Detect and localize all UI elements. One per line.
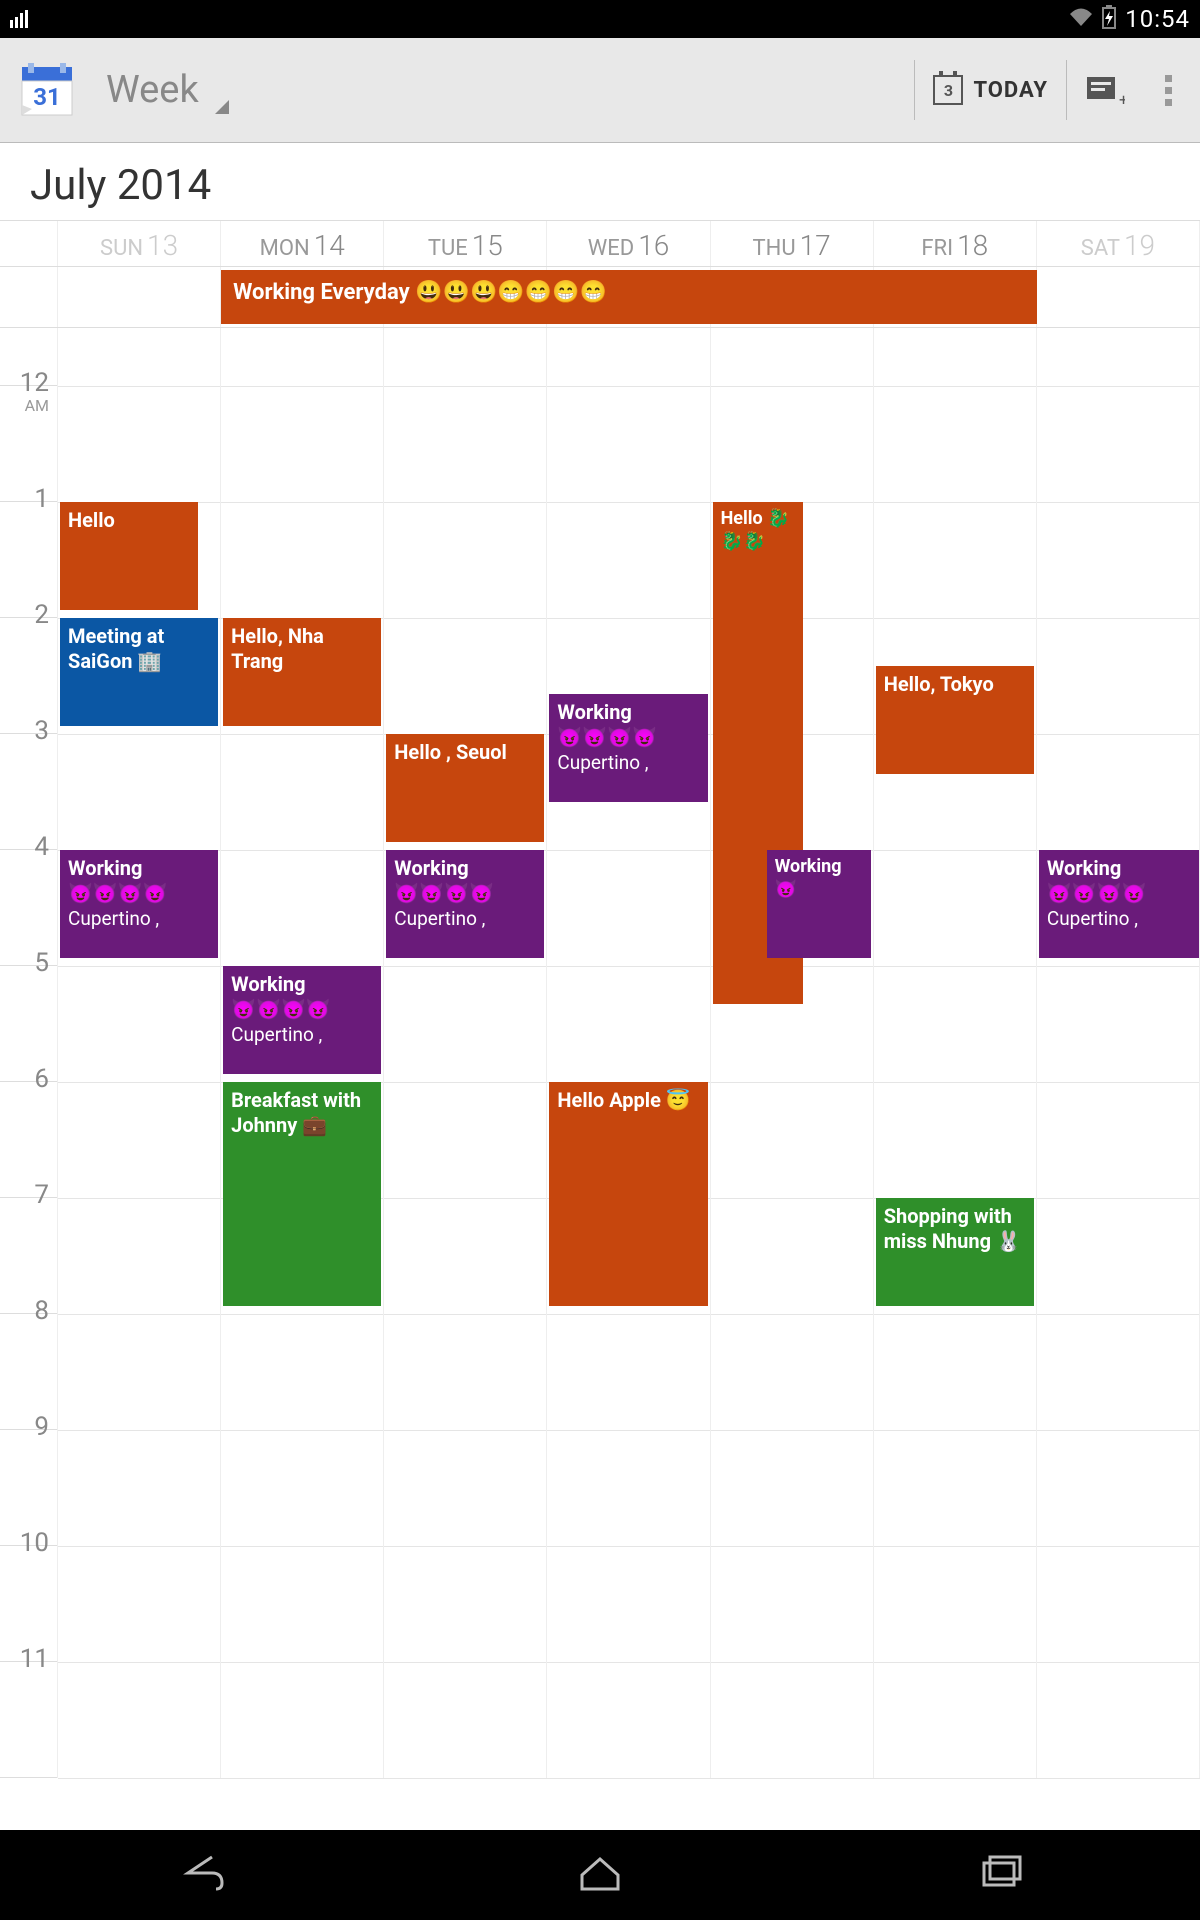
signal-icon <box>10 10 28 28</box>
day-col-fri[interactable]: Hello, Tokyo Shopping with miss Nhung 🐰 <box>874 328 1037 1778</box>
event-shopping[interactable]: Shopping with miss Nhung 🐰 <box>876 1198 1034 1306</box>
month-title: July 2014 <box>0 143 1200 220</box>
day-header-fri[interactable]: FRI18 <box>874 221 1037 266</box>
day-header-sun[interactable]: SUN13 <box>58 221 221 266</box>
event-seuol[interactable]: Hello , Seuol <box>386 734 544 842</box>
calendar-app-icon[interactable]: 31 <box>18 61 76 119</box>
day-col-thu[interactable]: Hello 🐉🐉🐉 Working😈 <box>711 328 874 1778</box>
today-button[interactable]: 3 TODAY <box>914 60 1067 120</box>
recents-button[interactable] <box>972 1845 1028 1905</box>
day-header-mon[interactable]: MON14 <box>221 221 384 266</box>
time-gutter: 12AM 1 2 3 4 5 6 7 8 9 10 11 <box>0 328 58 1778</box>
home-button[interactable] <box>572 1845 628 1905</box>
day-header-thu[interactable]: THU17 <box>711 221 874 266</box>
event-nhatrang[interactable]: Hello, Nha Trang <box>223 618 381 726</box>
overflow-menu[interactable] <box>1155 65 1182 116</box>
wifi-icon <box>1069 7 1093 32</box>
day-header-sat[interactable]: SAT19 <box>1037 221 1200 266</box>
event-working-sat[interactable]: Working😈😈😈😈Cupertino , <box>1039 850 1199 958</box>
svg-text:+: + <box>1119 90 1125 107</box>
svg-text:31: 31 <box>33 83 61 111</box>
day-col-sun[interactable]: Hello Meeting at SaiGon 🏢 Working😈😈😈😈Cup… <box>58 328 221 1778</box>
day-col-sat[interactable]: Working😈😈😈😈Cupertino , <box>1037 328 1200 1778</box>
event-working-mon[interactable]: Working😈😈😈😈Cupertino , <box>223 966 381 1074</box>
day-header-wed[interactable]: WED16 <box>547 221 710 266</box>
event-working-tue[interactable]: Working😈😈😈😈Cupertino , <box>386 850 544 958</box>
day-header-row: SUN13 MON14 TUE15 WED16 THU17 FRI18 SAT1… <box>0 220 1200 267</box>
event-working-sun[interactable]: Working😈😈😈😈Cupertino , <box>60 850 218 958</box>
event-working-thu[interactable]: Working😈 <box>767 850 871 958</box>
event-meeting[interactable]: Meeting at SaiGon 🏢 <box>60 618 218 726</box>
nav-bar <box>0 1830 1200 1920</box>
view-selector[interactable]: Week <box>106 68 199 112</box>
day-col-mon[interactable]: Hello, Nha Trang Working😈😈😈😈Cupertino , … <box>221 328 384 1778</box>
calendar-grid[interactable]: 12AM 1 2 3 4 5 6 7 8 9 10 11 Hello Meeti… <box>0 328 1200 1778</box>
today-icon: 3 <box>933 75 963 105</box>
event-breakfast[interactable]: Breakfast with Johnny 💼 <box>223 1082 381 1306</box>
day-col-tue[interactable]: Hello , Seuol Working😈😈😈😈Cupertino , <box>384 328 547 1778</box>
event-working-wed[interactable]: Working😈😈😈😈Cupertino , <box>549 694 707 802</box>
back-button[interactable] <box>172 1845 228 1905</box>
app-bar: 31 Week 3 TODAY + <box>0 38 1200 143</box>
today-label: TODAY <box>973 78 1048 103</box>
battery-icon <box>1101 5 1117 34</box>
status-clock: 10:54 <box>1125 5 1190 33</box>
status-bar: 10:54 <box>0 0 1200 38</box>
event-tokyo[interactable]: Hello, Tokyo <box>876 666 1034 774</box>
event-hello-sun[interactable]: Hello <box>60 502 198 610</box>
day-col-wed[interactable]: Working😈😈😈😈Cupertino , Hello Apple 😇 <box>547 328 710 1778</box>
event-all-day[interactable]: Working Everyday 😃😃😃😁😁😁😁 <box>221 270 1036 324</box>
day-header-tue[interactable]: TUE15 <box>384 221 547 266</box>
event-apple[interactable]: Hello Apple 😇 <box>549 1082 707 1306</box>
all-day-row: Working Everyday 😃😃😃😁😁😁😁 <box>0 267 1200 328</box>
new-event-button[interactable]: + <box>1085 73 1125 107</box>
